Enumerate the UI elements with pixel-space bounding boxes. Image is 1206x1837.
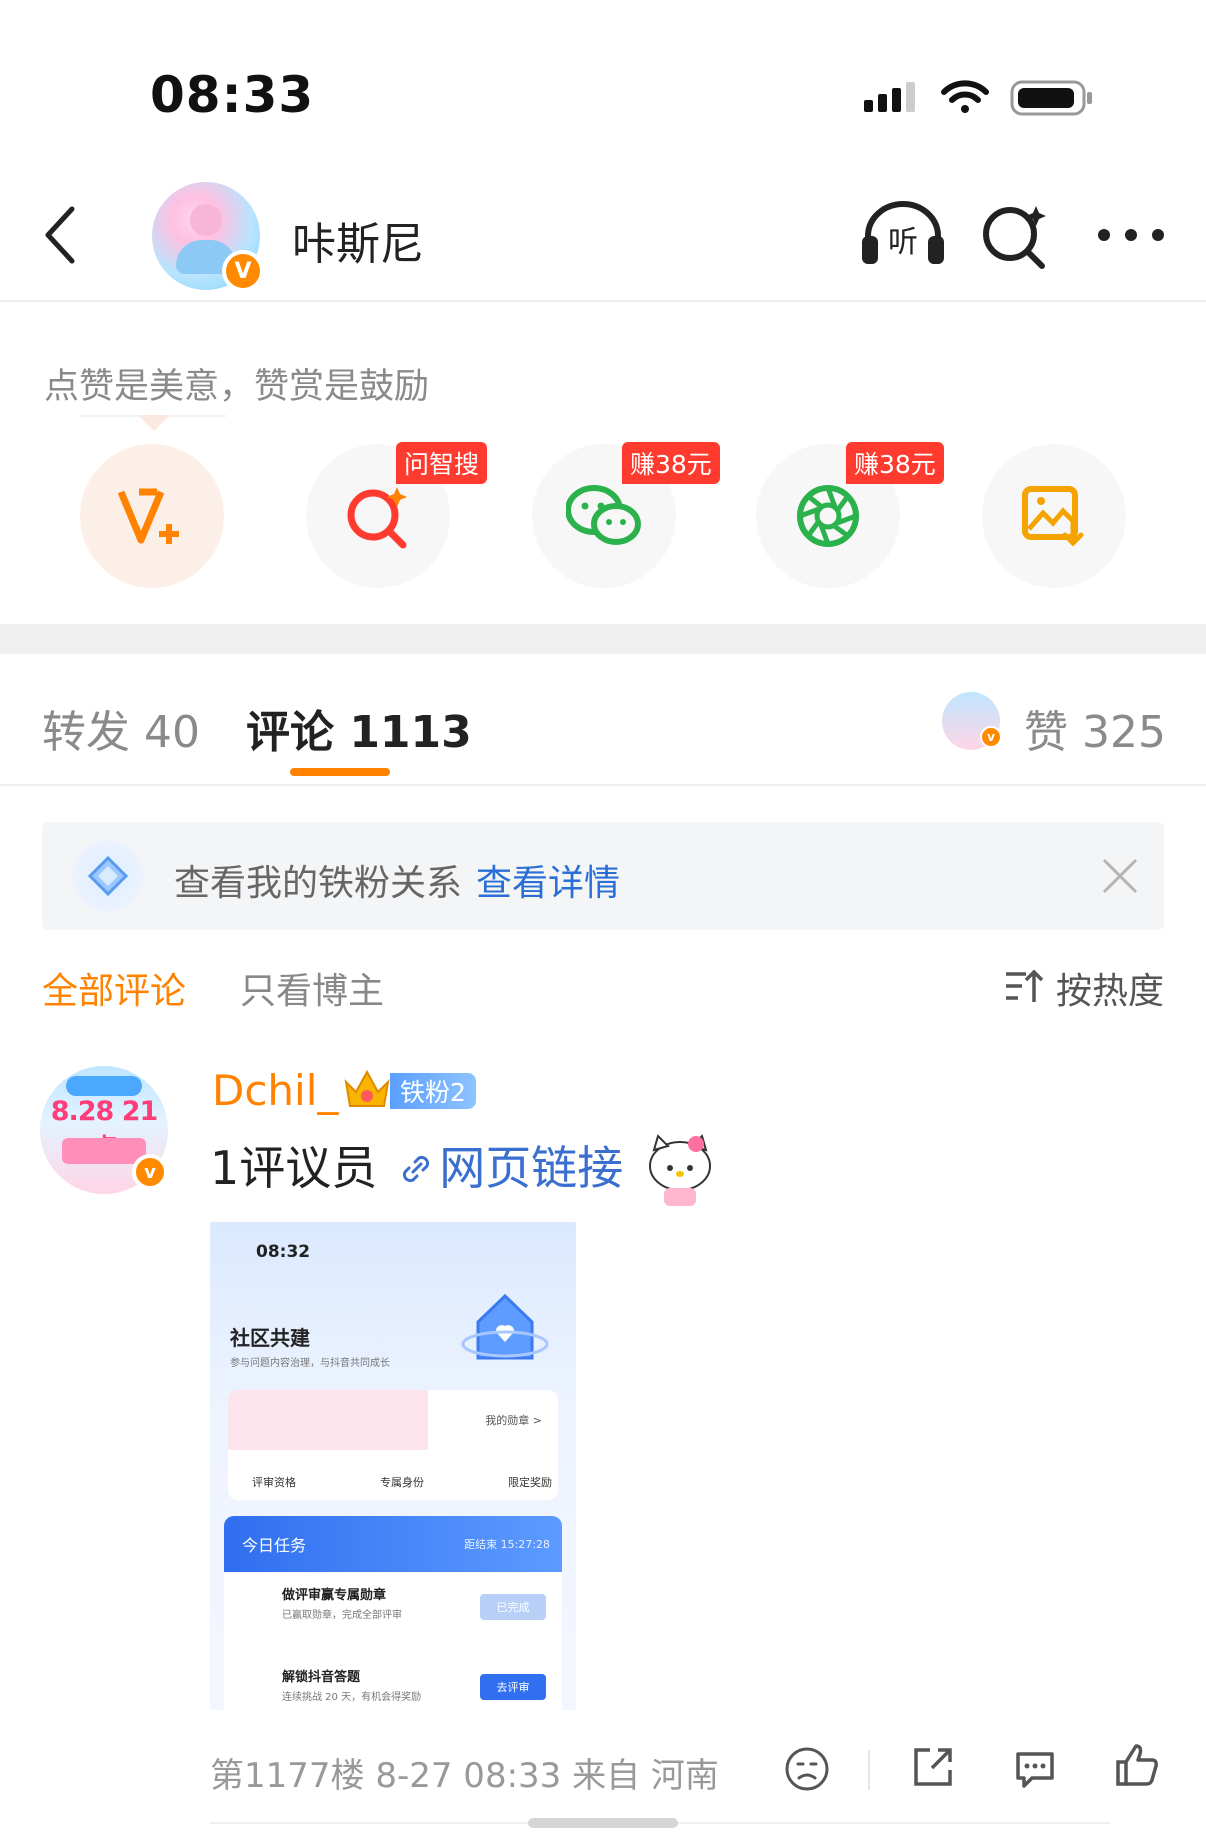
link-icon xyxy=(403,1155,430,1183)
thumb-task-timer: 距结束 15:27:28 xyxy=(464,1538,550,1551)
share-comment-button[interactable] xyxy=(898,1732,968,1802)
chevron-left-icon xyxy=(45,206,75,264)
share-moments-tag: 赚38元 xyxy=(846,442,944,484)
comment-icon xyxy=(1016,1752,1054,1788)
commenter-name[interactable]: Dchil_ xyxy=(212,1066,338,1115)
thumb-medal-link: 我的勋章 > xyxy=(485,1414,542,1427)
smart-search-icon xyxy=(983,206,1046,269)
headphones-icon: 听 xyxy=(862,201,944,264)
iron-fan-banner: 查看我的铁粉关系 查看详情 xyxy=(42,822,1164,930)
share-icon xyxy=(914,1748,952,1786)
crown-icon xyxy=(342,1068,392,1112)
status-time: 08:33 xyxy=(150,66,315,124)
sort-icon xyxy=(1004,966,1044,1006)
thumb-task-item-sub: 连续挑战 20 天，有机会得奖励 xyxy=(282,1692,422,1703)
listen-button[interactable]: 听 xyxy=(858,188,948,278)
smart-search-icon xyxy=(347,487,407,549)
thumbs-up-icon xyxy=(1116,1744,1158,1786)
thumb-badge: 专属身份 xyxy=(380,1476,424,1489)
tab-comments[interactable]: 评论 1113 xyxy=(246,696,472,760)
commenter-verified-icon: v xyxy=(132,1154,168,1190)
tab-repost[interactable]: 转发 40 xyxy=(42,696,200,760)
section-separator xyxy=(0,624,1206,654)
thumb-task-item-sub: 已赢取勋章，完成全部评审 xyxy=(282,1610,402,1621)
status-icons xyxy=(862,78,1102,118)
house-icon xyxy=(460,1278,550,1368)
tab-likes[interactable]: 赞 325 xyxy=(1024,696,1166,760)
save-image-button[interactable] xyxy=(982,444,1126,588)
wechat-icon xyxy=(566,485,641,545)
thumb-task-title: 今日任务 xyxy=(242,1536,307,1555)
web-link-label: 网页链接 xyxy=(439,1141,624,1195)
save-image-icon xyxy=(1022,486,1084,547)
thumb-card-art xyxy=(228,1390,428,1450)
iron-fan-text: 查看我的铁粉关系 查看详情 xyxy=(174,854,620,906)
iron-fan-badge: 铁粉2 xyxy=(390,1073,476,1109)
face-icon xyxy=(785,1747,829,1791)
liker-verified-icon: v xyxy=(980,726,1002,748)
thumb-badges: 评审资格 专属身份 限定奖励 xyxy=(252,1474,552,1490)
thumb-card: 我的勋章 > 评审资格 专属身份 限定奖励 xyxy=(228,1390,558,1500)
filter-author-only[interactable]: 只看博主 xyxy=(240,962,384,1014)
reward-v-plus-button[interactable] xyxy=(80,444,224,588)
comment-body: 1评议员 xyxy=(210,1141,378,1195)
v-plus-icon xyxy=(117,488,179,544)
thumb-badge: 限定奖励 xyxy=(508,1476,552,1489)
banner-close-button[interactable] xyxy=(1092,848,1148,904)
thumb-task-item: 做评审赢专属勋章 xyxy=(282,1588,387,1603)
thumb-task-item: 解锁抖音答题 xyxy=(282,1670,361,1685)
iron-fan-label: 查看我的铁粉关系 xyxy=(174,863,463,904)
comment-text: 1评议员 网页链接 xyxy=(210,1132,623,1198)
thumb-badge: 评审资格 xyxy=(252,1476,296,1489)
search-button[interactable] xyxy=(970,190,1060,280)
signal-wifi-battery-icon xyxy=(864,80,1092,116)
reward-prompt: 点赞是美意，赞赏是鼓励 xyxy=(44,367,430,407)
web-link[interactable]: 网页链接 xyxy=(397,1141,623,1195)
header-divider xyxy=(0,300,1206,302)
thumb-task-card: 今日任务 距结束 15:27:28 做评审赢专属勋章 已赢取勋章，完成全部评审 … xyxy=(224,1516,562,1710)
more-button[interactable] xyxy=(1086,190,1176,280)
hello-kitty-sticker-icon xyxy=(640,1130,720,1210)
moments-icon xyxy=(797,485,859,547)
home-indicator[interactable] xyxy=(528,1818,678,1828)
reply-button[interactable] xyxy=(1000,1734,1070,1804)
thumb-done-button: 已完成 xyxy=(480,1594,546,1620)
ask-smart-search-tag: 问智搜 xyxy=(396,442,488,484)
tabs-divider xyxy=(0,784,1206,786)
more-dots-icon xyxy=(1098,229,1164,241)
back-button[interactable] xyxy=(30,200,90,270)
thumb-title: 社区共建 xyxy=(230,1326,310,1350)
reaction-button[interactable] xyxy=(772,1734,842,1804)
verified-badge-icon: V xyxy=(222,250,264,292)
comment-meta: 第1177楼 8-27 08:33 来自 河南 xyxy=(210,1756,719,1796)
thumb-subtitle: 参与问题内容治理，与抖音共同成长 xyxy=(230,1358,390,1369)
header-username[interactable]: 咔斯尼 xyxy=(292,208,424,272)
thumb-time: 08:32 xyxy=(256,1242,311,1262)
thumb-go-button: 去评审 xyxy=(480,1674,546,1700)
share-wechat-tag: 赚38元 xyxy=(622,442,720,484)
close-icon xyxy=(1102,858,1138,894)
reward-caret xyxy=(138,415,170,431)
filter-all-comments[interactable]: 全部评论 xyxy=(42,962,186,1014)
sort-by-heat[interactable]: 按热度 xyxy=(1056,962,1164,1014)
svg-text:听: 听 xyxy=(888,225,918,260)
like-comment-button[interactable] xyxy=(1102,1730,1172,1800)
iron-fan-details-link[interactable]: 查看详情 xyxy=(476,863,620,904)
tab-active-indicator xyxy=(290,768,390,776)
footer-separator xyxy=(868,1750,870,1790)
comment-image[interactable]: 08:32 社区共建 参与问题内容治理，与抖音共同成长 我的勋章 > 评审资格 … xyxy=(210,1222,576,1710)
diamond-icon xyxy=(72,840,144,912)
